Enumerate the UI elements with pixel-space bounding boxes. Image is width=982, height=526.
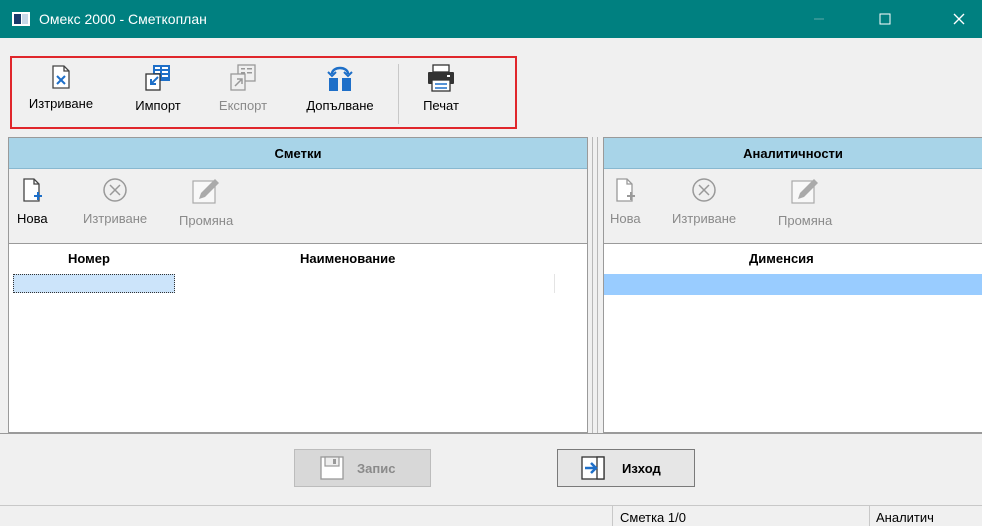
append-icon xyxy=(327,66,353,91)
analytics-selected-row[interactable] xyxy=(604,274,982,295)
analytics-new-label: Нова xyxy=(610,211,641,226)
accounts-toolbar: Нова Изтриване Промяна xyxy=(9,169,587,244)
exit-button-label: Изход xyxy=(622,460,661,476)
accounts-edit-label: Промяна xyxy=(179,213,234,228)
column-header-name[interactable]: Наименование xyxy=(300,251,395,266)
splitter-line xyxy=(597,137,598,433)
pane-splitter[interactable] xyxy=(588,137,603,433)
delete-file-icon xyxy=(52,65,70,89)
save-disk-icon xyxy=(320,456,344,480)
status-divider xyxy=(612,506,613,526)
analytics-toolbar: Нова Изтриване Промяна xyxy=(604,169,982,244)
edit-pencil-icon xyxy=(791,179,819,204)
window-title: Омекс 2000 - Сметкоплан xyxy=(39,11,207,27)
analytics-edit-button[interactable]: Промяна xyxy=(778,177,832,228)
maximize-icon xyxy=(879,13,891,25)
accounts-delete-label: Изтриване xyxy=(83,211,148,226)
cancel-circle-icon xyxy=(692,178,716,202)
exit-button[interactable]: Изход xyxy=(557,449,695,487)
accounts-delete-button[interactable]: Изтриване xyxy=(83,177,147,226)
close-icon xyxy=(953,13,965,25)
export-button[interactable]: Експорт xyxy=(204,62,282,126)
export-icon xyxy=(230,64,256,91)
close-button[interactable] xyxy=(936,0,982,38)
import-button-label: Импорт xyxy=(135,98,181,113)
maximize-button[interactable] xyxy=(862,0,908,38)
print-button-label: Печат xyxy=(423,98,459,113)
append-button-label: Допълване xyxy=(306,98,374,113)
account-row-number-cell[interactable] xyxy=(13,274,175,293)
accounts-edit-button[interactable]: Промяна xyxy=(179,177,233,228)
delete-button[interactable]: Изтриване xyxy=(14,62,108,126)
minimize-button[interactable] xyxy=(796,0,842,38)
cancel-circle-icon xyxy=(103,178,127,202)
delete-button-label: Изтриване xyxy=(28,96,94,111)
status-divider xyxy=(869,506,870,526)
analytics-delete-label: Изтриване xyxy=(672,211,737,226)
accounts-pane: Сметки Нова Изтриване Промяна Номер Наим… xyxy=(8,137,588,433)
analytics-header: Аналитичности xyxy=(604,138,982,169)
analytics-edit-label: Промяна xyxy=(778,213,833,228)
new-file-icon xyxy=(616,178,636,202)
save-button[interactable]: Запис xyxy=(294,449,431,487)
analytics-pane: Аналитичности Нова Изтриване Промяна Дим… xyxy=(603,137,982,433)
title-bar[interactable]: Омекс 2000 - Сметкоплан xyxy=(0,0,982,38)
bottom-button-bar xyxy=(0,433,982,505)
import-icon xyxy=(145,65,170,91)
edit-pencil-icon xyxy=(192,179,220,204)
exit-arrow-icon xyxy=(581,456,605,480)
import-button[interactable]: Импорт xyxy=(120,62,196,126)
append-button[interactable]: Допълване xyxy=(290,62,390,126)
accounts-new-label: Нова xyxy=(17,211,48,226)
printer-icon xyxy=(428,64,454,92)
column-header-number[interactable]: Номер xyxy=(68,251,110,266)
new-file-icon xyxy=(23,178,43,202)
accounts-header: Сметки xyxy=(9,138,587,169)
minimize-icon xyxy=(814,18,824,20)
account-row-name-cell[interactable] xyxy=(175,274,555,293)
toolbar-separator xyxy=(398,64,399,124)
save-button-label: Запис xyxy=(357,460,396,476)
app-icon xyxy=(12,12,30,26)
export-button-label: Експорт xyxy=(218,98,268,113)
splitter-line xyxy=(592,137,593,433)
analytics-new-button[interactable]: Нова xyxy=(610,177,641,226)
status-account-count: Сметка 1/0 xyxy=(620,510,686,525)
analytics-delete-button[interactable]: Изтриване xyxy=(672,177,736,226)
accounts-new-button[interactable]: Нова xyxy=(17,177,48,226)
print-button[interactable]: Печат xyxy=(408,62,474,126)
column-header-dimension[interactable]: Дименсия xyxy=(749,251,814,266)
status-analytics-count: Аналитич xyxy=(876,510,934,525)
